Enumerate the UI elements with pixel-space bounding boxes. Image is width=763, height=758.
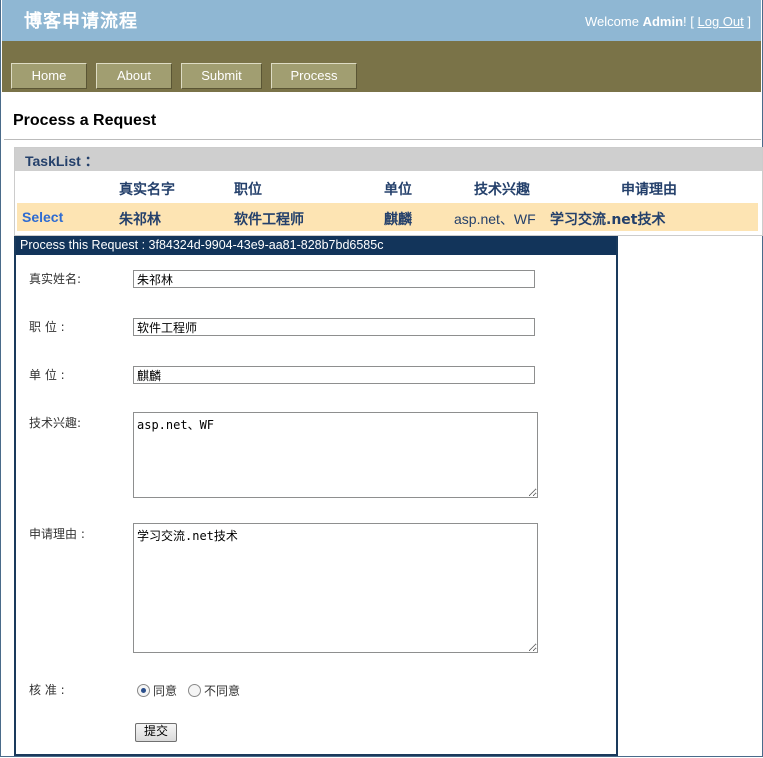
cell-unit: 麒麟 <box>384 212 412 228</box>
column-header-unit: 单位 <box>384 182 412 198</box>
column-header-interest: 技术兴趣 <box>474 182 530 198</box>
position-label: 职 位 : <box>29 320 65 334</box>
tasklist-header: TaskList ： <box>15 148 762 171</box>
interest-label: 技术兴趣: <box>29 416 82 430</box>
table-row: Select 朱祁林 软件工程师 麒麟 asp.net、WF 学习交流.net技… <box>17 203 758 231</box>
site-header: 博客申请流程 Welcome Admin! [ Log Out ] <box>2 0 761 41</box>
site-title: 博客申请流程 <box>24 11 138 32</box>
position-field[interactable] <box>133 318 535 336</box>
username: Admin <box>642 14 684 29</box>
nav-menu: Home About Submit Process <box>2 41 761 92</box>
menu-item-home[interactable]: Home <box>11 63 87 89</box>
login-bracket-open: ! [ <box>683 14 694 29</box>
interest-field[interactable]: asp.net、WF <box>133 412 538 498</box>
column-header-reason: 申请理由 <box>621 182 677 198</box>
menu-item-about[interactable]: About <box>96 63 172 89</box>
reason-field[interactable]: 学习交流.net技术 <box>133 523 538 653</box>
unit-label: 单 位 : <box>29 368 65 382</box>
cell-interest: asp.net、WF <box>454 211 536 227</box>
login-display: Welcome Admin! [ Log Out ] <box>585 14 751 29</box>
login-bracket-close: ] <box>747 14 751 29</box>
title-divider <box>4 139 761 140</box>
cell-position: 软件工程师 <box>234 212 304 228</box>
menu-item-submit[interactable]: Submit <box>181 63 262 89</box>
welcome-text: Welcome <box>584 14 639 29</box>
page-title: Process a Request <box>13 112 157 129</box>
menu-item-process[interactable]: Process <box>271 63 357 89</box>
approve-yes-option[interactable]: 同意 <box>137 682 177 699</box>
unit-field[interactable] <box>133 366 535 384</box>
approve-label: 核 准 : <box>29 683 65 697</box>
tasklist-grid: TaskList ： 真实名字 职位 单位 技术兴趣 申请理由 Select 朱… <box>14 147 763 236</box>
approve-no-label: 不同意 <box>204 684 241 698</box>
reason-label: 申请理由 : <box>29 527 85 541</box>
radio-selected-icon[interactable] <box>137 684 150 697</box>
cell-reason: 学习交流.net技术 <box>550 212 666 228</box>
approve-no-option[interactable]: 不同意 <box>188 682 240 699</box>
column-header-position: 职位 <box>234 182 262 198</box>
submit-button[interactable]: 提交 <box>135 723 177 742</box>
column-header-name: 真实名字 <box>119 182 175 198</box>
tasklist-label: TaskList ： <box>25 153 99 169</box>
radio-unselected-icon[interactable] <box>188 684 201 697</box>
process-request-panel: Process this Request : 3f84324d-9904-43e… <box>14 236 618 756</box>
select-row-link[interactable]: Select <box>22 209 63 225</box>
name-field[interactable] <box>133 270 535 288</box>
name-label: 真实姓名: <box>29 272 82 286</box>
process-request-header: Process this Request : 3f84324d-9904-43e… <box>16 236 616 255</box>
logout-link[interactable]: Log Out <box>697 14 743 29</box>
cell-name: 朱祁林 <box>119 212 161 228</box>
approve-yes-label: 同意 <box>153 684 178 698</box>
